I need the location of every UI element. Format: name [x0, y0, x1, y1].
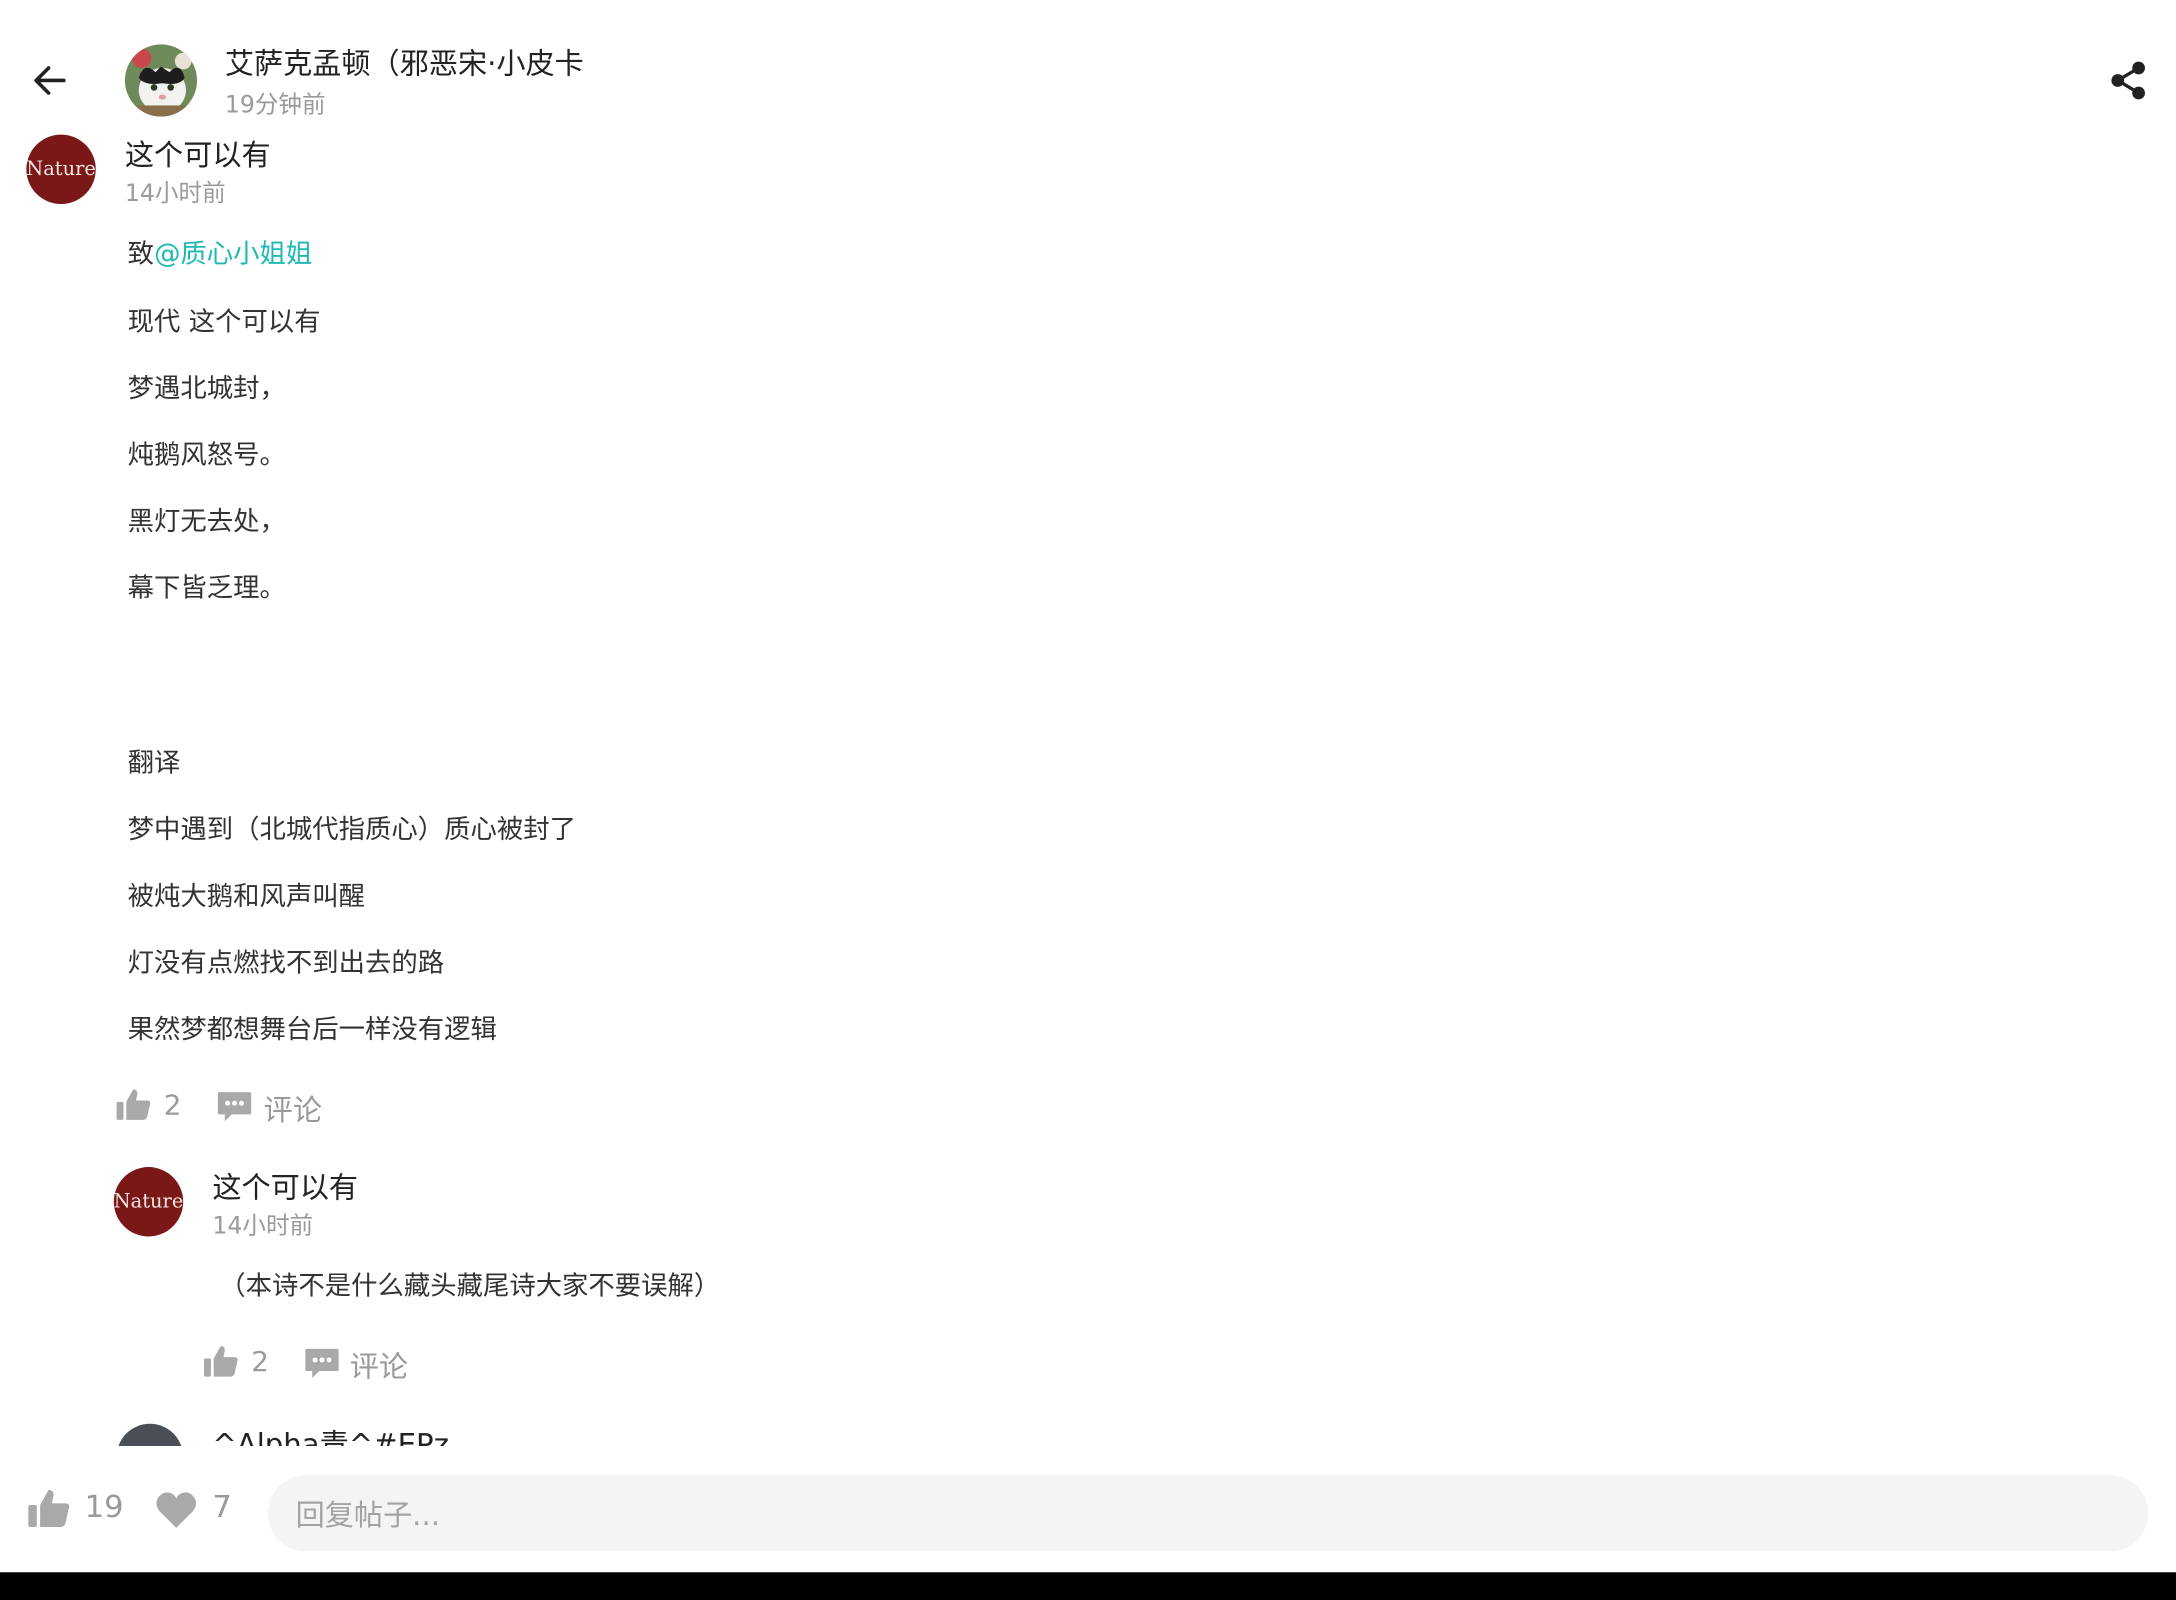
- post-line: 灯没有点燃找不到出去的路: [127, 947, 445, 979]
- post-line: 果然梦都想舞台后一样没有逻辑: [127, 1014, 497, 1045]
- thumbs-up-icon[interactable]: [114, 1085, 153, 1124]
- avatar-text: Nature: [26, 158, 96, 181]
- back-arrow-icon[interactable]: [25, 56, 75, 106]
- post-line: 梦遇北城封，: [127, 373, 286, 404]
- author-name[interactable]: 艾萨克孟顿（邪恶宋·小皮卡: [225, 42, 584, 84]
- post-line: 现代 这个可以有: [127, 306, 321, 338]
- system-navigation-bar: [0, 1572, 2176, 1600]
- author-avatar[interactable]: [124, 44, 198, 117]
- reply-author-avatar[interactable]: Nature: [113, 1167, 184, 1237]
- share-icon[interactable]: [2104, 56, 2154, 106]
- next-reply-author-name[interactable]: ^Alpha责^#EPz: [212, 1422, 449, 1446]
- thumbs-up-icon[interactable]: [201, 1342, 240, 1381]
- next-reply: ^Alpha责^#EPz: [0, 1418, 2176, 1446]
- post-comment-button[interactable]: 评论: [264, 1088, 322, 1130]
- comment-icon[interactable]: [215, 1087, 254, 1126]
- reply-timestamp: 14小时前: [212, 1212, 314, 1241]
- reply-input[interactable]: 回复帖子...: [267, 1475, 2149, 1552]
- reply-like-count: 2: [251, 1344, 269, 1378]
- avatar-text: Nature: [113, 1190, 184, 1213]
- post-line: 梦中遇到（北城代指质心）质心被封了: [127, 814, 576, 846]
- post-author-avatar[interactable]: Nature: [26, 134, 96, 204]
- post-line: 被炖大鹅和风声叫醒: [127, 881, 366, 912]
- reply-text: （本诗不是什么藏头藏尾诗大家不要误解）: [219, 1271, 721, 1302]
- post-line: 黑灯无去处，: [127, 506, 286, 538]
- heart-icon[interactable]: [153, 1486, 200, 1533]
- thumbs-up-icon[interactable]: [25, 1485, 72, 1532]
- comment-icon[interactable]: [303, 1343, 342, 1382]
- favorite-count: 7: [212, 1490, 232, 1526]
- reply-author-name[interactable]: 这个可以有: [212, 1166, 358, 1208]
- bottom-action-bar: 19 7 回复帖子...: [0, 1445, 2176, 1573]
- mention-prefix: 致: [127, 238, 155, 270]
- reply-input-placeholder: 回复帖子...: [295, 1498, 440, 1532]
- post-line: 翻译: [127, 747, 181, 779]
- post-mention-line: 致@质心小姐姐: [128, 233, 313, 270]
- post-time: 19分钟前: [224, 91, 326, 120]
- reply-comment-button[interactable]: 评论: [350, 1345, 408, 1387]
- post-line: 幕下皆乏理。: [127, 573, 286, 604]
- post-like-count: 2: [163, 1087, 182, 1122]
- mention-link[interactable]: @质心小姐姐: [154, 239, 312, 270]
- app-root: 艾萨克孟顿（邪恶宋·小皮卡 19分钟前 Nature 这个可以有 14小时前 致…: [0, 0, 2176, 1600]
- post-author-name[interactable]: 这个可以有: [125, 133, 271, 175]
- total-like-count: 19: [84, 1490, 124, 1526]
- top-bar: 艾萨克孟顿（邪恶宋·小皮卡 19分钟前: [0, 0, 2176, 123]
- post-timestamp: 14小时前: [124, 180, 226, 209]
- next-reply-avatar[interactable]: [116, 1423, 184, 1446]
- post-line: 炖鹅风怒号。: [127, 439, 286, 471]
